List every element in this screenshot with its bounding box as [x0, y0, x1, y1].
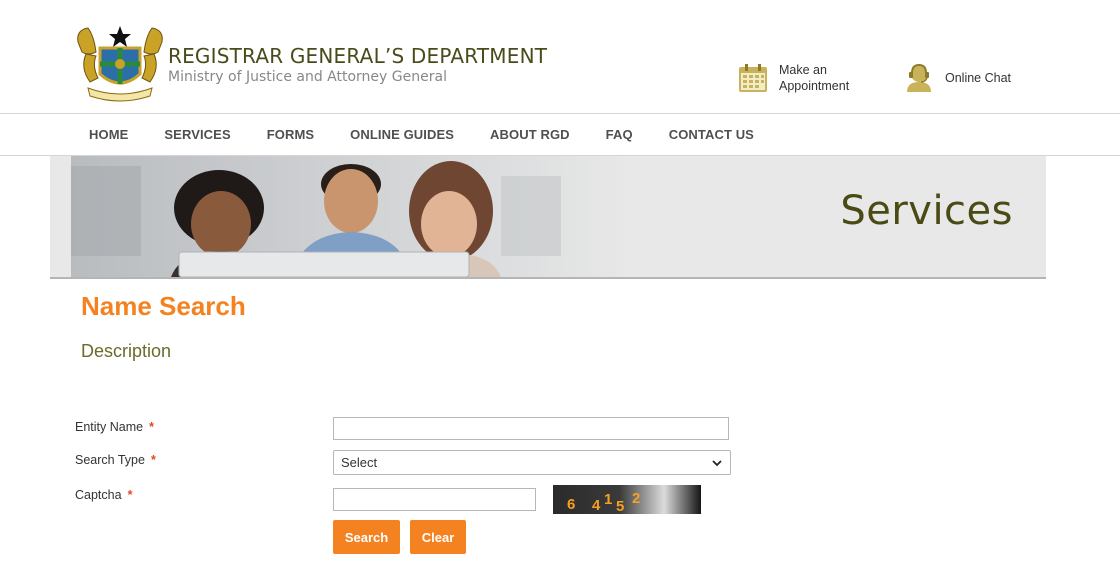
captcha-char-3: 1 [604, 491, 612, 508]
banner-title: Services [840, 188, 1013, 234]
captcha-char-5: 2 [632, 490, 640, 507]
main-nav: HOME SERVICES FORMS ONLINE GUIDES ABOUT … [0, 113, 1120, 156]
entity-name-input[interactable] [333, 417, 729, 440]
search-type-selected-value: Select [341, 455, 378, 470]
captcha-image: 6 4 1 5 2 [553, 485, 701, 514]
chevron-down-icon [712, 459, 722, 466]
site-header: REGISTRAR GENERAL’S DEPARTMENT Ministry … [0, 0, 1120, 113]
services-banner: Services [50, 156, 1046, 279]
captcha-char-4: 5 [616, 498, 624, 514]
nav-item-faq[interactable]: FAQ [588, 127, 651, 142]
nav-item-services[interactable]: SERVICES [146, 127, 248, 142]
page-title: Name Search [81, 291, 246, 321]
appointment-label: Make an Appointment [779, 63, 850, 93]
entity-name-label: Entity Name * [75, 420, 154, 434]
make-appointment-link[interactable]: Make an Appointment [737, 62, 869, 94]
support-agent-icon [907, 63, 931, 92]
search-type-select[interactable]: Select [333, 450, 731, 475]
banner-photo [71, 156, 631, 277]
nav-item-forms[interactable]: FORMS [249, 127, 332, 142]
nav-item-contact-us[interactable]: CONTACT US [651, 127, 772, 142]
clear-button[interactable]: Clear [410, 520, 466, 554]
required-marker: * [127, 488, 133, 502]
search-type-label: Search Type * [75, 453, 156, 467]
captcha-char-2: 4 [592, 497, 601, 514]
org-title: REGISTRAR GENERAL’S DEPARTMENT [168, 44, 548, 68]
required-marker: * [150, 453, 156, 467]
nav-item-about-rgd[interactable]: ABOUT RGD [472, 127, 588, 142]
captcha-char-1: 6 [567, 496, 575, 513]
online-chat-link[interactable]: Online Chat [903, 62, 1011, 94]
required-marker: * [149, 420, 154, 434]
captcha-input[interactable] [333, 488, 536, 511]
coat-of-arms-logo[interactable] [74, 22, 166, 102]
entity-name-label-text: Entity Name [75, 420, 144, 434]
nav-item-online-guides[interactable]: ONLINE GUIDES [332, 127, 472, 142]
org-subtitle: Ministry of Justice and Attorney General [168, 69, 447, 85]
search-type-label-text: Search Type [75, 453, 145, 467]
captcha-label: Captcha * [75, 488, 132, 502]
online-chat-label: Online Chat [945, 71, 1012, 85]
nav-item-home[interactable]: HOME [71, 127, 146, 142]
description-heading: Description [81, 341, 172, 361]
calendar-icon [739, 64, 767, 92]
search-button[interactable]: Search [333, 520, 400, 554]
captcha-label-text: Captcha [75, 488, 122, 502]
